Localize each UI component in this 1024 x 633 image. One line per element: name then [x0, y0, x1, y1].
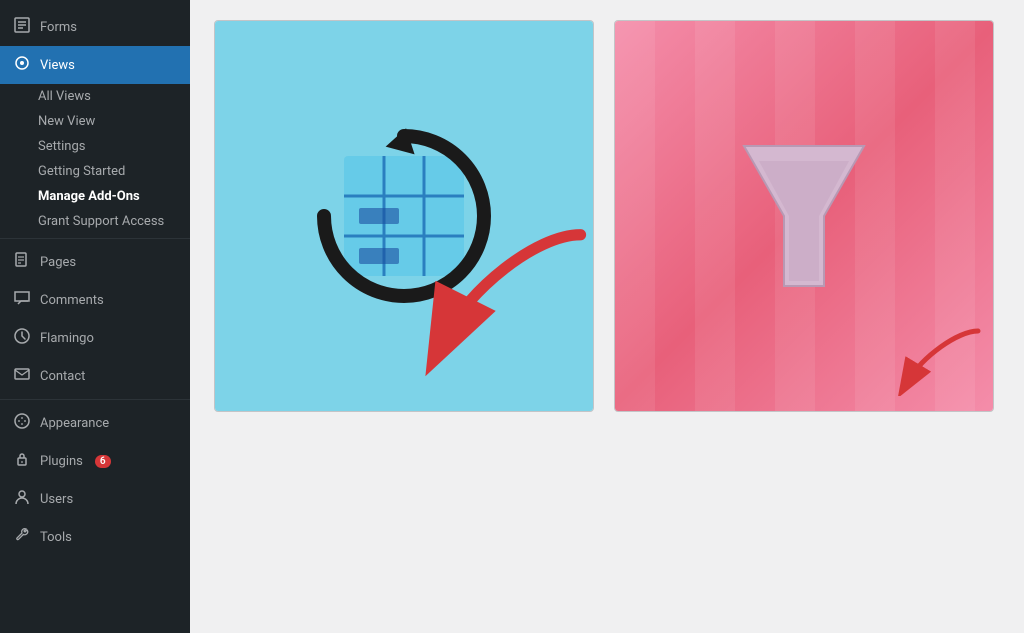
addon-card-filtering: Advanced Filtering 🔌 Active Deactivate C…: [614, 20, 994, 412]
pages-icon: [12, 251, 32, 273]
datatables-svg: [314, 126, 494, 306]
addon-card-datatables: DataTables 🔌 Inactive Activate GravityVi…: [214, 20, 594, 412]
flamingo-icon: [12, 327, 32, 349]
filtering-svg: [734, 126, 874, 306]
comments-icon: [12, 289, 32, 311]
sidebar-item-flamingo[interactable]: Flamingo: [0, 319, 190, 357]
sidebar-item-users-label: Users: [40, 492, 73, 507]
plugins-badge: 6: [95, 455, 111, 468]
sidebar-sub-manage-addons[interactable]: Manage Add-Ons: [0, 184, 190, 209]
sidebar-item-flamingo-label: Flamingo: [40, 331, 94, 346]
sidebar-sub-getting-started[interactable]: Getting Started: [0, 159, 190, 184]
sidebar-item-forms-label: Forms: [40, 20, 77, 35]
datatables-body: DataTables 🔌 Inactive Activate GravityVi…: [215, 411, 593, 412]
sidebar-item-views-label: Views: [40, 58, 75, 73]
sidebar-sub-settings[interactable]: Settings: [0, 134, 190, 159]
sidebar-item-tools-label: Tools: [40, 530, 72, 545]
filtering-image: [615, 21, 993, 411]
sidebar-sub-grant-support[interactable]: Grant Support Access: [0, 209, 190, 234]
sidebar-item-forms[interactable]: Forms: [0, 8, 190, 46]
sidebar-item-pages-label: Pages: [40, 255, 76, 270]
sidebar-item-views[interactable]: Views: [0, 46, 190, 84]
forms-icon: [12, 16, 32, 38]
sidebar-item-plugins[interactable]: Plugins 6: [0, 442, 190, 480]
sidebar-sub-new-view[interactable]: New View: [0, 109, 190, 134]
addon-grid: DataTables 🔌 Inactive Activate GravityVi…: [214, 20, 994, 412]
sidebar: Forms Views All Views New View Settings …: [0, 0, 190, 633]
sidebar-sub-all-views[interactable]: All Views: [0, 84, 190, 109]
sidebar-item-comments-label: Comments: [40, 293, 104, 308]
views-icon: [12, 54, 32, 76]
sidebar-item-pages[interactable]: Pages: [0, 243, 190, 281]
sidebar-item-contact[interactable]: Contact: [0, 357, 190, 395]
sidebar-item-users[interactable]: Users: [0, 480, 190, 518]
datatables-image: [215, 21, 593, 411]
main-content: DataTables 🔌 Inactive Activate GravityVi…: [190, 0, 1024, 633]
filtering-body: Advanced Filtering 🔌 Active Deactivate C…: [615, 411, 993, 412]
sidebar-item-appearance[interactable]: Appearance: [0, 404, 190, 442]
sidebar-divider-1: [0, 238, 190, 239]
users-icon: [12, 488, 32, 510]
appearance-icon: [12, 412, 32, 434]
sidebar-item-appearance-label: Appearance: [40, 416, 109, 431]
plugins-icon: [12, 450, 32, 472]
contact-icon: [12, 365, 32, 387]
sidebar-item-comments[interactable]: Comments: [0, 281, 190, 319]
sidebar-item-plugins-label: Plugins: [40, 454, 83, 469]
sidebar-item-tools[interactable]: Tools: [0, 518, 190, 556]
sidebar-divider-2: [0, 399, 190, 400]
sidebar-item-contact-label: Contact: [40, 369, 85, 384]
tools-icon: [12, 526, 32, 548]
